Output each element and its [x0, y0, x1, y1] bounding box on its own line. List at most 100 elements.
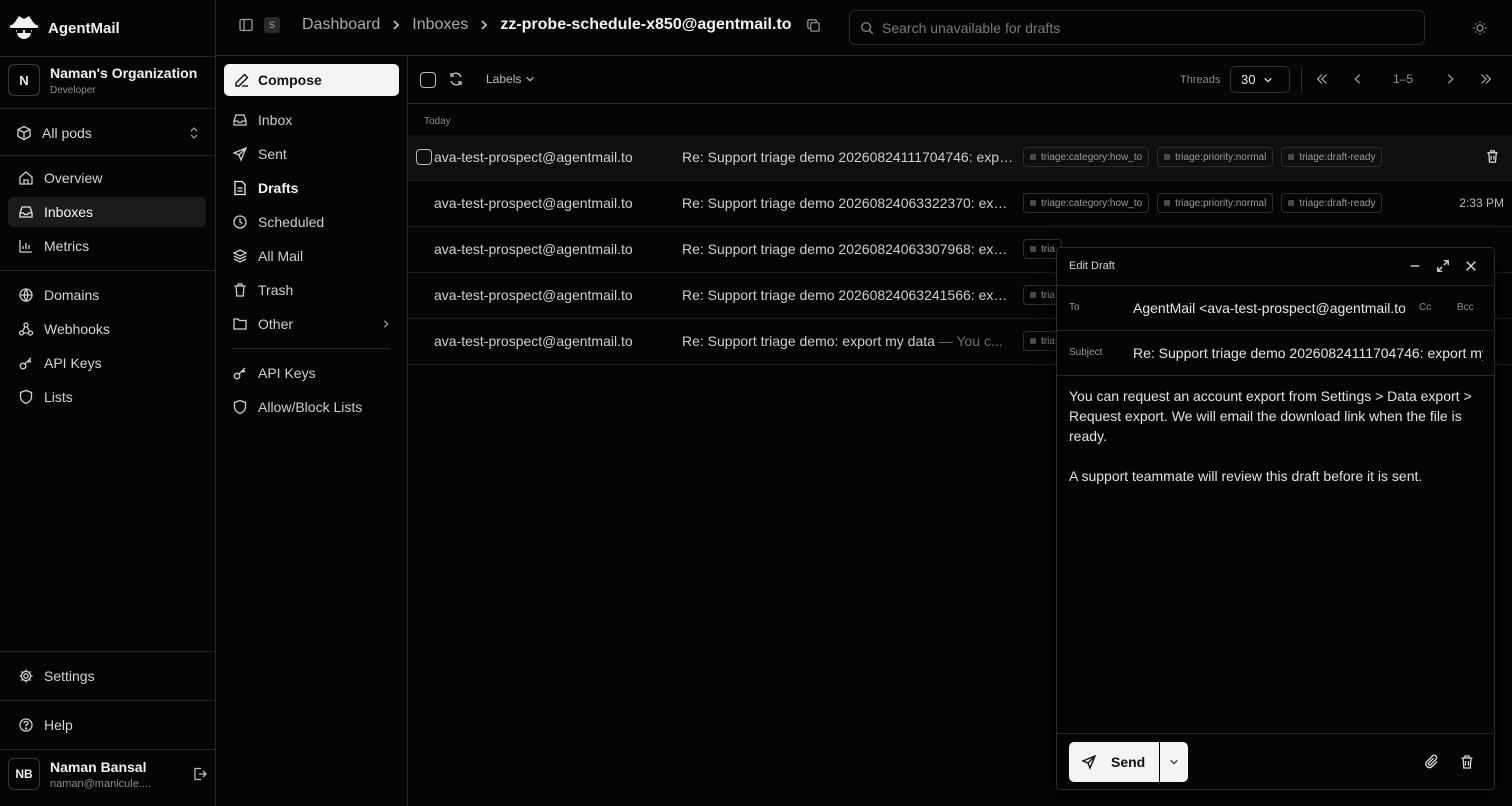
tag-text: tria: [1041, 289, 1055, 301]
folder-all-mail[interactable]: All Mail: [224, 241, 399, 271]
select-all-checkbox[interactable]: [420, 72, 436, 88]
cc-toggle[interactable]: Cc: [1419, 302, 1431, 313]
nav-item-lists[interactable]: Lists: [8, 382, 206, 412]
row-sender: ava-test-prospect@agentmail.to: [434, 241, 633, 257]
settings-nav: Settings: [8, 661, 206, 695]
search-bar[interactable]: [849, 10, 1425, 45]
folder-trash[interactable]: Trash: [224, 275, 399, 305]
minimize-icon[interactable]: [1408, 259, 1422, 273]
sidebar-toggle-icon[interactable]: [238, 17, 254, 33]
first-page-icon[interactable]: [1315, 72, 1329, 86]
nav-item-settings[interactable]: Settings: [8, 661, 206, 691]
subject-value[interactable]: Re: Support triage demo 2026082411170474…: [1133, 345, 1483, 361]
label-tag[interactable]: triage:category:how_to: [1023, 147, 1150, 167]
logout-icon[interactable]: [192, 766, 208, 782]
draft-body-paragraph: A support teammate will review this draf…: [1069, 468, 1423, 484]
copy-icon[interactable]: [806, 18, 821, 33]
compose-button[interactable]: Compose: [224, 64, 399, 96]
table-row[interactable]: ava-test-prospect@agentmail.to Re: Suppo…: [408, 135, 1512, 181]
folder-drafts[interactable]: Drafts: [224, 173, 399, 203]
brand[interactable]: AgentMail: [8, 10, 120, 46]
table-row[interactable]: ava-test-prospect@agentmail.to Re: Suppo…: [408, 181, 1512, 227]
row-subject-text: Re: Support triage demo 2026082406324156…: [682, 287, 1014, 303]
nav-item-inboxes[interactable]: Inboxes: [8, 197, 206, 227]
row-tags: triage:category:how_to triage:priority:n…: [1023, 193, 1383, 213]
user-email: naman@manicule....: [50, 777, 152, 790]
draft-editor: Edit Draft To AgentMail <ava-test-prospe…: [1056, 247, 1495, 790]
row-sender: ava-test-prospect@agentmail.to: [434, 149, 633, 165]
search-input[interactable]: [882, 19, 1402, 36]
tag-text: triage:priority:normal: [1175, 197, 1267, 209]
breadcrumb-dashboard[interactable]: Dashboard: [302, 16, 380, 34]
nav-item-overview[interactable]: Overview: [8, 163, 206, 193]
folder-allow-block-lists[interactable]: Allow/Block Lists: [224, 392, 399, 422]
help-nav: Help: [8, 710, 206, 744]
nav-item-domains[interactable]: Domains: [8, 280, 206, 310]
user-menu[interactable]: NB Naman Bansal naman@manicule....: [8, 758, 208, 790]
nav-item-webhooks[interactable]: Webhooks: [8, 314, 206, 344]
label-tag[interactable]: triage:draft-ready: [1281, 147, 1383, 167]
labels-label: Labels: [486, 72, 522, 86]
to-value[interactable]: AgentMail <ava-test-prospect@agentmail.t…: [1133, 300, 1405, 316]
pods-selector[interactable]: All pods: [16, 122, 200, 144]
row-subject: Re: Support triage demo 2026082411170474…: [682, 149, 1014, 165]
org-switcher[interactable]: N Naman's Organization Developer: [8, 64, 197, 96]
tag-icon: [1288, 200, 1295, 206]
folder-label: All Mail: [258, 248, 304, 264]
org-avatar: N: [8, 64, 40, 96]
label-tag[interactable]: triage:category:how_to: [1023, 193, 1150, 213]
divider: [0, 749, 215, 750]
tag-text: triage:category:how_to: [1041, 197, 1143, 209]
to-field[interactable]: To AgentMail <ava-test-prospect@agentmai…: [1057, 286, 1494, 331]
divider: [0, 270, 215, 271]
send-icon: [1081, 754, 1097, 770]
label-tag[interactable]: triage:draft-ready: [1281, 193, 1383, 213]
last-page-icon[interactable]: [1479, 72, 1493, 86]
folder-sent[interactable]: Sent: [224, 139, 399, 169]
folder-label: API Keys: [258, 365, 316, 381]
send-options-button[interactable]: [1160, 742, 1188, 782]
home-icon: [18, 170, 34, 186]
pencil-icon: [234, 72, 250, 88]
folder-api-keys[interactable]: API Keys: [224, 358, 399, 388]
expand-icon[interactable]: [1436, 259, 1450, 273]
row-checkbox[interactable]: [416, 149, 432, 165]
labels-dropdown[interactable]: Labels: [486, 72, 535, 86]
threads-per-page-select[interactable]: 30: [1230, 66, 1290, 93]
key-icon: [18, 355, 34, 371]
tag-text: tria: [1041, 335, 1055, 347]
refresh-icon[interactable]: [448, 71, 464, 87]
close-icon[interactable]: [1464, 259, 1478, 273]
label-tag[interactable]: triage:priority:normal: [1157, 147, 1274, 167]
breadcrumb-inboxes[interactable]: Inboxes: [412, 16, 468, 34]
trash-icon[interactable]: [1485, 149, 1500, 164]
paperclip-icon[interactable]: [1424, 754, 1440, 770]
bcc-toggle[interactable]: Bcc: [1457, 302, 1474, 313]
sun-icon[interactable]: [1472, 20, 1488, 36]
tag-text: triage:draft-ready: [1299, 197, 1376, 209]
trash-icon: [232, 282, 248, 298]
folder-label: Trash: [258, 282, 294, 298]
nav-item-help[interactable]: Help: [8, 710, 206, 740]
pods-label: All pods: [42, 125, 92, 141]
next-page-icon[interactable]: [1443, 72, 1457, 86]
label-tag[interactable]: triage:priority:normal: [1157, 193, 1274, 213]
row-subject: Re: Support triage demo 2026082406332237…: [682, 195, 1014, 211]
agent-logo-icon: [8, 12, 40, 44]
gear-icon: [18, 668, 34, 684]
nav-label: Overview: [44, 170, 103, 186]
send-label: Send: [1111, 754, 1146, 770]
folder-other[interactable]: Other: [224, 309, 399, 339]
folder-scheduled[interactable]: Scheduled: [224, 207, 399, 237]
folder-inbox[interactable]: Inbox: [224, 105, 399, 135]
draft-body[interactable]: You can request an account export from S…: [1069, 386, 1479, 506]
send-button[interactable]: Send: [1069, 742, 1159, 782]
trash-icon[interactable]: [1459, 754, 1475, 770]
send-icon: [232, 146, 248, 162]
nav-item-metrics[interactable]: Metrics: [8, 231, 206, 261]
nav-item-api-keys[interactable]: API Keys: [8, 348, 206, 378]
prev-page-icon[interactable]: [1351, 72, 1365, 86]
inbox-icon: [18, 204, 34, 220]
org-name: Naman's Organization: [50, 64, 198, 81]
subject-field[interactable]: Subject Re: Support triage demo 20260824…: [1057, 331, 1494, 376]
